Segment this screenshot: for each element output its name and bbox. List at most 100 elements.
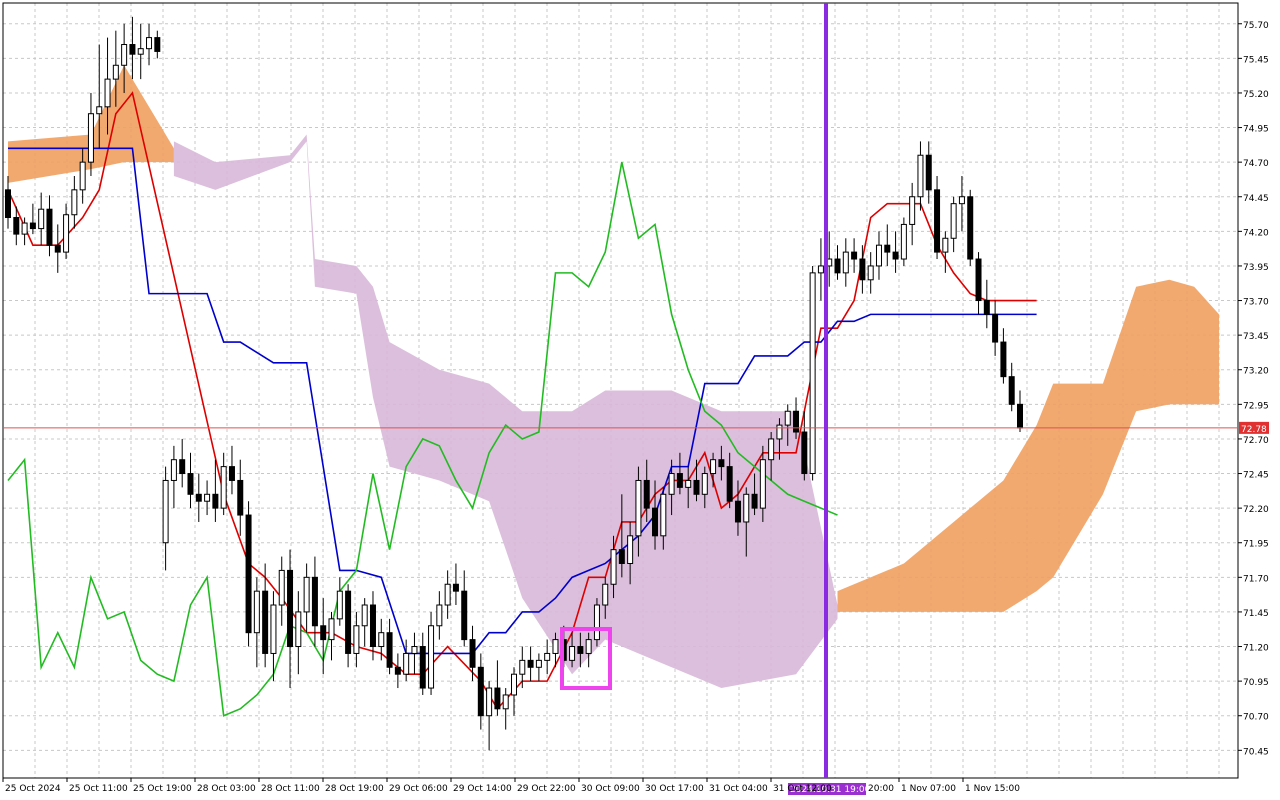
candle-body [652, 507, 659, 537]
ichimoku-chart: 72.782024.10.31 19:00 75.7075.4575.2074.… [0, 0, 1280, 800]
x-tick-label: 25 Oct 11:00 [69, 784, 128, 794]
y-tick-label: 74.70 [1243, 159, 1269, 169]
candle-body [477, 666, 484, 717]
candle-body [975, 258, 982, 302]
y-tick-label: 71.70 [1243, 574, 1269, 584]
y-tick-label: 75.45 [1243, 55, 1269, 65]
candle-body [444, 583, 451, 606]
x-tick-label: 29 Oct 14:00 [453, 784, 512, 794]
x-tick-label: 25 Oct 19:00 [133, 784, 192, 794]
candle-body [884, 244, 891, 253]
candle-body [776, 424, 783, 440]
x-tick-label: 31 Oct 04:00 [709, 784, 768, 794]
candle-body [701, 473, 708, 495]
y-tick-label: 72.20 [1243, 505, 1269, 515]
candle-body [303, 576, 310, 613]
candle-body [228, 466, 235, 481]
candle-body [958, 196, 965, 205]
candle-body [892, 251, 899, 260]
candle-body [685, 479, 692, 488]
candle-body [195, 493, 202, 502]
x-tick-label: 25 Oct 2024 [5, 784, 61, 794]
candle-body [486, 687, 493, 717]
candle-body [734, 500, 741, 523]
candle-body [129, 44, 136, 55]
chart-area: 72.78 2024.10.31 19:00 75.70 75.45 75.20 74.… [0, 0, 1280, 800]
y-tick-label: 74.45 [1243, 194, 1269, 204]
candle-body [71, 189, 78, 216]
candle-body [336, 590, 343, 620]
candle-body [204, 493, 211, 502]
candle-body [394, 666, 401, 675]
candle-body [934, 189, 941, 253]
candle-body [245, 514, 252, 634]
candle-body [461, 590, 468, 641]
candle-body [668, 473, 675, 495]
y-tick-label: 72.95 [1243, 401, 1269, 411]
candle-body [635, 479, 642, 537]
candle-body [137, 48, 144, 55]
candle-body [983, 300, 990, 315]
y-tick-label: 70.45 [1243, 747, 1269, 757]
candle-body [1017, 403, 1023, 429]
candle-body [511, 673, 517, 696]
y-tick-label: 71.20 [1243, 644, 1269, 654]
candle-body [992, 313, 999, 343]
candle-body [1008, 376, 1015, 405]
x-tick-label: 28 Oct 03:00 [197, 784, 256, 794]
candle-body [917, 154, 924, 198]
x-tick-label: 29 Oct 22:00 [517, 784, 576, 794]
candle-body [967, 196, 974, 260]
candle-body [253, 590, 260, 634]
candle-body [867, 265, 874, 281]
candle-body [676, 473, 683, 488]
y-tick-label: 75.70 [1243, 21, 1269, 31]
candle-body [527, 659, 534, 668]
candle-body [170, 459, 177, 481]
candle-body [87, 113, 94, 163]
candle-body [452, 583, 459, 592]
x-tick-label: 31 Oct 12:00 [773, 784, 832, 794]
candle-body [751, 493, 758, 509]
candle-body [693, 479, 700, 495]
y-tick-label: 73.20 [1243, 367, 1269, 377]
candle-body [544, 652, 551, 661]
y-tick-label: 70.70 [1243, 713, 1269, 723]
candle-body [46, 208, 53, 246]
candle-body [262, 590, 269, 654]
candle-body [718, 459, 725, 468]
candle-body [925, 154, 932, 191]
candle-body [403, 652, 410, 675]
candle-body [817, 265, 824, 274]
candle-body [643, 479, 650, 509]
current-price-label: 72.78 [1241, 425, 1267, 435]
candle-body [726, 466, 733, 502]
candle-body [96, 106, 103, 115]
candle-body [121, 44, 128, 66]
candle-body [369, 604, 376, 648]
candle-body [38, 208, 45, 230]
x-tick-label: 1 Nov 15:00 [965, 784, 1020, 794]
candle-body [411, 646, 418, 654]
y-tick-label: 71.95 [1243, 540, 1269, 550]
y-tick-label: 75.20 [1243, 90, 1269, 100]
candle-body [154, 37, 161, 52]
x-tick-label: 29 Oct 06:00 [389, 784, 448, 794]
candle-body [112, 64, 119, 80]
candle-body [29, 222, 36, 230]
candle-body [768, 438, 775, 461]
candle-body [552, 639, 559, 654]
y-tick-label: 70.95 [1243, 678, 1269, 688]
candle-body [834, 258, 841, 274]
candle-body [13, 217, 20, 235]
candle-body [569, 646, 576, 661]
x-tick-label: 30 Oct 17:00 [645, 784, 704, 794]
candle-body [311, 576, 318, 627]
candle-body [502, 694, 509, 710]
candle-body [220, 466, 227, 509]
candle-body [104, 78, 111, 108]
y-tick-label: 73.95 [1243, 263, 1269, 273]
candle-body [237, 479, 244, 516]
candle-body [602, 583, 609, 606]
candle-body [469, 639, 476, 668]
